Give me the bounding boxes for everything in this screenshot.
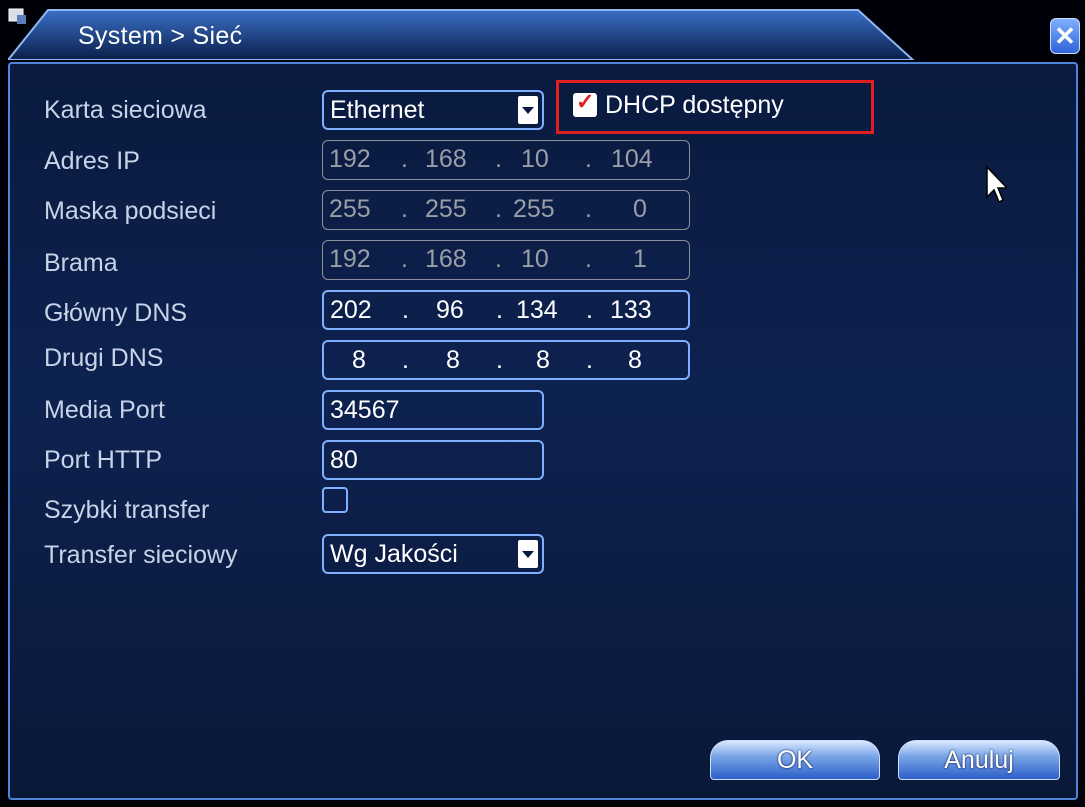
mouse-cursor-icon xyxy=(986,165,1007,204)
cancel-button[interactable]: Anuluj xyxy=(898,740,1060,780)
http-port-label: Port HTTP xyxy=(44,446,163,474)
dns1-octet[interactable]: 133 xyxy=(610,296,652,325)
mask-octet: 255 xyxy=(425,195,467,223)
nic-label: Karta sieciowa xyxy=(44,96,207,124)
settings-icon xyxy=(8,8,26,24)
gateway-label: Brama xyxy=(44,249,118,277)
mask-label: Maska podsieci xyxy=(44,197,217,225)
ip-octet: 104 xyxy=(611,145,653,173)
ok-button[interactable]: OK xyxy=(710,740,880,780)
chevron-down-icon xyxy=(518,96,538,124)
ip-field: 192 . 168 . 10 . 104 xyxy=(322,140,690,180)
network-settings-window: System > Sieć ✕ Karta sieciowa Ethernet … xyxy=(0,0,1085,807)
http-port-value: 80 xyxy=(330,446,358,474)
gateway-octet: 1 xyxy=(633,245,647,273)
net-transfer-value: Wg Jakości xyxy=(330,540,458,568)
nic-select[interactable]: Ethernet xyxy=(322,90,544,130)
dns2-field[interactable]: 8 . 8 . 8 . 8 xyxy=(322,340,690,380)
mask-field: 255 . 255 . 255 . 0 xyxy=(322,190,690,230)
ip-octet: 168 xyxy=(425,145,467,173)
close-button[interactable]: ✕ xyxy=(1050,18,1080,54)
ip-octet: 192 xyxy=(329,145,371,173)
nic-value: Ethernet xyxy=(330,96,425,124)
dns1-octet[interactable]: 134 xyxy=(516,296,558,325)
dhcp-option[interactable]: DHCP dostępny xyxy=(556,80,874,134)
net-transfer-label: Transfer sieciowy xyxy=(44,541,238,569)
net-transfer-select[interactable]: Wg Jakości xyxy=(322,534,544,574)
dns1-octet[interactable]: 96 xyxy=(436,296,464,325)
dhcp-label: DHCP dostępny xyxy=(605,91,784,119)
media-port-label: Media Port xyxy=(44,396,165,424)
mask-octet: 0 xyxy=(633,195,647,223)
media-port-value: 34567 xyxy=(330,396,400,424)
dns1-label: Główny DNS xyxy=(44,299,188,327)
dns2-octet[interactable]: 8 xyxy=(352,346,366,375)
gateway-octet: 168 xyxy=(425,245,467,273)
fast-transfer-checkbox[interactable] xyxy=(322,487,348,513)
mask-octet: 255 xyxy=(329,195,371,223)
ip-octet: 10 xyxy=(521,145,549,173)
dns1-field[interactable]: 202 . 96 . 134 . 133 xyxy=(322,290,690,330)
media-port-input[interactable]: 34567 xyxy=(322,390,544,430)
title-tab: System > Sieć xyxy=(8,6,918,60)
dns2-octet[interactable]: 8 xyxy=(536,346,550,375)
dns2-label: Drugi DNS xyxy=(44,344,164,372)
dns2-octet[interactable]: 8 xyxy=(628,346,642,375)
mask-octet: 255 xyxy=(513,195,555,223)
dns1-octet[interactable]: 202 xyxy=(330,296,372,325)
http-port-input[interactable]: 80 xyxy=(322,440,544,480)
dns2-octet[interactable]: 8 xyxy=(446,346,460,375)
gateway-octet: 192 xyxy=(329,245,371,273)
window-title: System > Sieć xyxy=(78,22,243,50)
gateway-field: 192 . 168 . 10 . 1 xyxy=(322,240,690,280)
fast-transfer-label: Szybki transfer xyxy=(44,496,210,524)
close-icon: ✕ xyxy=(1054,21,1076,51)
dhcp-checkbox[interactable] xyxy=(573,89,597,117)
chevron-down-icon xyxy=(518,540,538,568)
gateway-octet: 10 xyxy=(521,245,549,273)
ip-label: Adres IP xyxy=(44,147,140,175)
